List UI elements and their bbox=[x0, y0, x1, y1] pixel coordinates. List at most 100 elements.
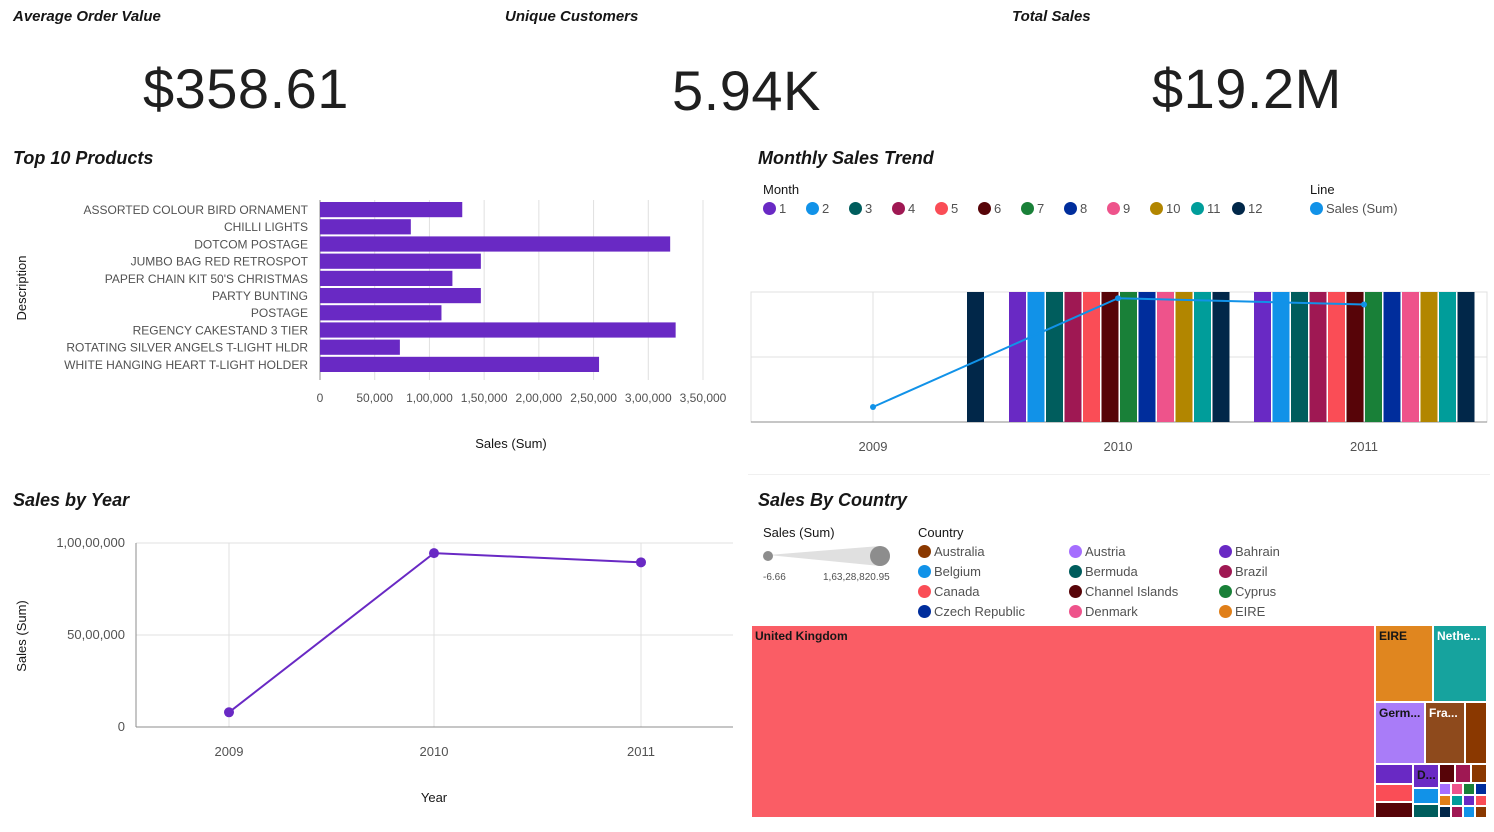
country-swatch bbox=[1219, 585, 1232, 598]
country-swatch bbox=[1069, 585, 1082, 598]
line-series-label: Sales (Sum) bbox=[1326, 201, 1398, 216]
country-legend-label: EIRE bbox=[1235, 604, 1266, 619]
country-legend-item[interactable]: Cyprus bbox=[1219, 584, 1276, 599]
month-legend-item-9[interactable]: 9 bbox=[1107, 201, 1130, 216]
x-tick-label: 2,50,000 bbox=[570, 391, 617, 405]
month-bar bbox=[1064, 292, 1082, 422]
x-tick-label: 2011 bbox=[627, 744, 655, 759]
sales-by-year-chart: 0 50,00,000 1,00,00,000 2009 2010 2011 Year Sal… bbox=[14, 535, 733, 805]
treemap-tile-label: Fra... bbox=[1429, 706, 1458, 720]
country-treemap: United Kingdom EIRE Nethe... Germ... Fra... D… bbox=[751, 625, 1487, 818]
category-label: ROTATING SILVER ANGELS T-LIGHT HLDR bbox=[66, 341, 308, 355]
treemap-tile-label: Germ... bbox=[1379, 706, 1421, 720]
month-swatch bbox=[935, 202, 948, 215]
sales-line bbox=[228, 552, 642, 714]
country-swatch bbox=[918, 605, 931, 618]
kpi-value-aov: $358.61 bbox=[143, 57, 349, 120]
country-legend-item[interactable]: Australia bbox=[918, 544, 985, 559]
month-legend-item-8[interactable]: 8 bbox=[1064, 201, 1087, 216]
x-tick-label: 2009 bbox=[859, 439, 888, 454]
section-title-sales-by-year: Sales by Year bbox=[13, 490, 130, 510]
treemap-tile-small[interactable] bbox=[1451, 806, 1463, 818]
month-bar bbox=[967, 292, 984, 422]
treemap-tile-small[interactable] bbox=[1451, 794, 1463, 807]
treemap-tile-small[interactable] bbox=[1475, 794, 1487, 807]
line-point bbox=[429, 548, 439, 559]
treemap-tile-denmark[interactable]: D... bbox=[1413, 764, 1439, 788]
bar bbox=[320, 356, 600, 372]
x-tick-label: 0 bbox=[317, 391, 324, 405]
month-bar bbox=[1328, 292, 1345, 422]
country-legend-item[interactable]: Bermuda bbox=[1069, 564, 1138, 579]
category-label: ASSORTED COLOUR BIRD ORNAMENT bbox=[84, 203, 309, 217]
country-swatch bbox=[1069, 605, 1082, 618]
x-tick-label: 2011 bbox=[1350, 439, 1378, 454]
month-legend-label: 11 bbox=[1207, 201, 1221, 216]
month-legend-item-5[interactable]: 5 bbox=[935, 201, 958, 216]
treemap-tile-small[interactable] bbox=[1475, 783, 1487, 795]
treemap-tile-france[interactable]: Fra... bbox=[1425, 702, 1465, 764]
month-legend-item-12[interactable]: 12 bbox=[1232, 201, 1262, 216]
month-legend-item-6[interactable]: 6 bbox=[978, 201, 1001, 216]
treemap-tile-eire[interactable]: EIRE bbox=[1375, 625, 1433, 702]
x-tick-label: 1,00,000 bbox=[406, 391, 453, 405]
treemap-tile-small[interactable] bbox=[1375, 802, 1413, 818]
month-bar bbox=[1272, 292, 1290, 422]
y-tick-label: 0 bbox=[118, 719, 125, 734]
treemap-tile-small[interactable] bbox=[1439, 806, 1451, 818]
country-legend-item[interactable]: Czech Republic bbox=[918, 604, 1025, 619]
section-title-top-products: Top 10 Products bbox=[13, 148, 154, 168]
y-tick-label: 50,00,000 bbox=[67, 627, 125, 642]
treemap-tile-small[interactable] bbox=[1413, 788, 1439, 804]
month-legend-label: 3 bbox=[865, 201, 873, 216]
treemap-tile-small[interactable] bbox=[1463, 806, 1475, 818]
country-legend-title: Country bbox=[918, 525, 964, 540]
country-legend-item[interactable]: Belgium bbox=[918, 564, 981, 579]
country-legend-label: Denmark bbox=[1085, 604, 1138, 619]
treemap-tile-netherlands[interactable]: Nethe... bbox=[1433, 625, 1487, 702]
panel-divider bbox=[748, 474, 1490, 475]
month-swatch bbox=[1150, 202, 1163, 215]
month-swatch bbox=[1191, 202, 1204, 215]
bar bbox=[320, 288, 481, 304]
treemap-tile-united-kingdom[interactable]: United Kingdom bbox=[751, 625, 1375, 818]
treemap-tile-small[interactable] bbox=[1455, 764, 1471, 783]
treemap-tile-small[interactable] bbox=[1439, 783, 1451, 795]
month-bar bbox=[1383, 292, 1401, 422]
treemap-tile-australia[interactable] bbox=[1465, 702, 1487, 764]
month-legend-item-10[interactable]: 10 bbox=[1150, 201, 1180, 216]
treemap-tile-small[interactable] bbox=[1439, 764, 1455, 783]
category-label: JUMBO BAG RED RETROSPOT bbox=[131, 255, 309, 269]
country-legend-item[interactable]: Bahrain bbox=[1219, 544, 1280, 559]
treemap-tile-germany[interactable]: Germ... bbox=[1375, 702, 1425, 764]
monthly-legend-line-item[interactable]: Sales (Sum) bbox=[1310, 201, 1398, 216]
month-legend-item-2[interactable]: 2 bbox=[806, 201, 829, 216]
country-legend-item[interactable]: Austria bbox=[1069, 544, 1125, 559]
treemap-tile-small[interactable] bbox=[1375, 764, 1413, 784]
month-bar bbox=[1309, 292, 1327, 422]
month-legend-item-1[interactable]: 1 bbox=[763, 201, 786, 216]
month-legend-item-3[interactable]: 3 bbox=[849, 201, 872, 216]
treemap-tile-small[interactable] bbox=[1475, 806, 1487, 818]
country-legend-item[interactable]: Canada bbox=[918, 584, 980, 599]
y-axis-title: Sales (Sum) bbox=[14, 600, 29, 672]
month-legend-item-4[interactable]: 4 bbox=[892, 201, 915, 216]
month-swatch bbox=[849, 202, 862, 215]
treemap-tile-small[interactable] bbox=[1451, 783, 1463, 795]
treemap-tile-small[interactable] bbox=[1413, 804, 1439, 818]
treemap-tile-small[interactable] bbox=[1471, 764, 1487, 783]
month-legend-label: 1 bbox=[779, 201, 787, 216]
x-tick-label: 2010 bbox=[420, 744, 449, 759]
country-legend-label: Belgium bbox=[934, 564, 981, 579]
month-legend-item-11[interactable]: 11 bbox=[1191, 201, 1221, 216]
country-legend-item[interactable]: EIRE bbox=[1219, 604, 1265, 619]
month-legend-item-7[interactable]: 7 bbox=[1021, 201, 1044, 216]
month-legend-label: 6 bbox=[994, 201, 1002, 216]
treemap-tile-small[interactable] bbox=[1463, 794, 1475, 807]
treemap-tile-small[interactable] bbox=[1463, 783, 1475, 795]
country-legend-item[interactable]: Brazil bbox=[1219, 564, 1268, 579]
treemap-tile-small[interactable] bbox=[1375, 784, 1413, 802]
country-legend-item[interactable]: Channel Islands bbox=[1069, 584, 1178, 599]
treemap-tile-small[interactable] bbox=[1439, 794, 1451, 807]
country-legend-item[interactable]: Denmark bbox=[1069, 604, 1138, 619]
